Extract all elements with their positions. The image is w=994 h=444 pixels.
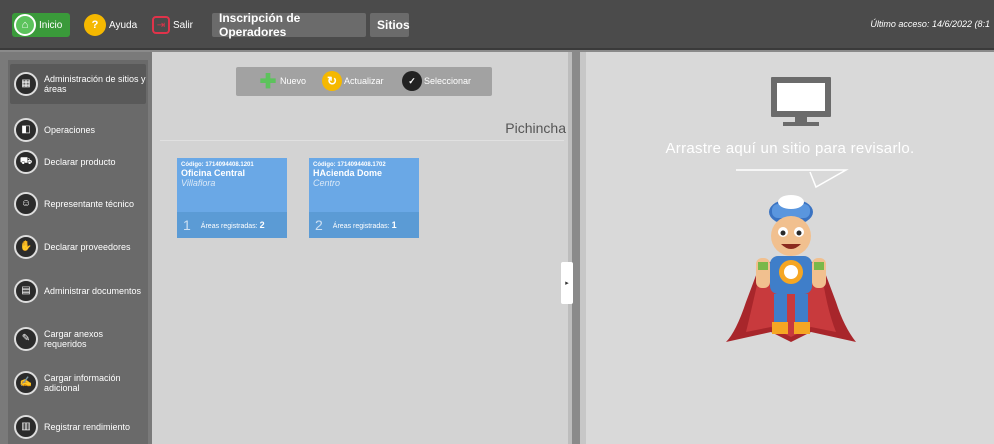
site-areas: Áreas registradas: 1 [333, 220, 397, 230]
site-name: Oficina Central [181, 168, 246, 178]
logout-button[interactable]: ⇥ Salir [152, 13, 193, 37]
review-panel: Arrastre aquí un sitio para revisarlo. [586, 52, 994, 444]
home-label: Inicio [39, 19, 63, 31]
mascot-superhero-image [726, 195, 856, 342]
suppliers-icon: ✋ [14, 235, 38, 259]
cart-icon: ⛟ [14, 150, 38, 174]
documents-icon: ▤ [14, 279, 38, 303]
sidebar-item-label: Declarar proveedores [44, 242, 131, 252]
sidebar-item-declare-product[interactable]: ⛟ Declarar producto [14, 148, 146, 176]
sidebar-item-label: Cargar información adicional [44, 373, 121, 393]
sidebar-item-upload-attachments[interactable]: ✎ Cargar anexos requeridos [14, 322, 146, 356]
sidebar-item-register-performance[interactable]: ▥ Registrar rendimiento [14, 410, 146, 444]
tab-inscripcion-operadores[interactable]: Inscripción de Operadores [212, 11, 366, 39]
site-city: Villaflora [181, 178, 216, 188]
site-index: 1 [183, 217, 191, 233]
areas-label: Áreas registradas: [332, 223, 390, 230]
refresh-label: Actualizar [344, 76, 384, 86]
areas-label: Áreas registradas: [200, 223, 258, 230]
top-bar: ⌂ Inicio ? Ayuda ⇥ Salir Inscripción de … [0, 0, 994, 50]
help-button[interactable]: ? Ayuda [84, 13, 137, 37]
site-city: Centro [313, 178, 341, 188]
panel-scrollbar[interactable] [568, 52, 572, 444]
last-access-text: Último acceso: 14/6/2022 (8:1 [870, 19, 990, 29]
collapse-panel-handle[interactable]: ▸ [561, 262, 573, 304]
sidebar-item-technical-representative[interactable]: ☺ Representante técnico [14, 188, 146, 220]
areas-count: 2 [259, 220, 265, 230]
sites-icon: ▦ [14, 72, 38, 96]
site-card[interactable]: Código: 1714094408.1201 Oficina Central … [177, 158, 287, 238]
sidebar-item-label: Registrar rendimiento [44, 422, 131, 432]
sidebar-item-label: Administrar documentos [44, 286, 142, 296]
areas-count: 1 [391, 220, 397, 230]
sites-toolbar: ✚ Nuevo ↻ Actualizar ✓ Seleccionar [236, 67, 492, 96]
sidebar-item-label: Operaciones [44, 125, 96, 135]
select-icon: ✓ [402, 71, 422, 91]
info-icon: ✍ [14, 371, 38, 395]
sidebar-menu: ▦ Administración de sitios y áreas ◧ Ope… [8, 60, 148, 444]
logout-label: Salir [173, 19, 194, 31]
site-index: 2 [315, 217, 323, 233]
sidebar-item-label: Declarar producto [44, 157, 116, 167]
new-label: Nuevo [280, 76, 307, 86]
site-name: HAcienda Dome [313, 168, 383, 178]
help-label: Ayuda [109, 19, 138, 31]
sidebar: ▦ Administración de sitios y áreas ◧ Ope… [0, 52, 152, 444]
sites-panel: ✚ Nuevo ↻ Actualizar ✓ Seleccionar Pichi… [152, 52, 570, 444]
select-label: Seleccionar [424, 76, 472, 86]
region-title: Pichincha [505, 120, 566, 136]
logout-icon: ⇥ [152, 16, 170, 34]
sidebar-item-additional-info[interactable]: ✍ Cargar información adicional [14, 366, 146, 400]
sidebar-item-label: Administración de sitios y áreas [44, 74, 146, 94]
attachments-icon: ✎ [14, 327, 38, 351]
select-button[interactable]: ✓ Seleccionar [402, 70, 471, 92]
sidebar-item-label: Cargar anexos requeridos [44, 329, 104, 349]
home-icon: ⌂ [14, 14, 36, 36]
technician-icon: ☺ [14, 192, 38, 216]
sidebar-item-declare-suppliers[interactable]: ✋ Declarar proveedores [14, 230, 146, 264]
performance-icon: ▥ [14, 415, 38, 439]
sidebar-item-label: Representante técnico [44, 199, 135, 209]
refresh-icon: ↻ [322, 71, 342, 91]
operations-icon: ◧ [14, 118, 38, 142]
help-icon: ? [84, 14, 106, 36]
sidebar-item-manage-documents[interactable]: ▤ Administrar documentos [14, 274, 146, 308]
plus-icon: ✚ [259, 70, 277, 93]
sidebar-item-sites-areas[interactable]: ▦ Administración de sitios y áreas [10, 64, 146, 104]
site-areas: Áreas registradas: 2 [201, 220, 265, 230]
home-button[interactable]: ⌂ Inicio [12, 13, 70, 37]
tab-sitios[interactable]: Sitios [370, 13, 410, 37]
sidebar-item-operations[interactable]: ◧ Operaciones [14, 116, 146, 144]
new-button[interactable]: ✚ Nuevo [258, 70, 307, 93]
site-card[interactable]: Código: 1714094408.1702 HAcienda Dome Ce… [309, 158, 419, 238]
divider [160, 140, 564, 141]
refresh-button[interactable]: ↻ Actualizar [322, 70, 384, 92]
